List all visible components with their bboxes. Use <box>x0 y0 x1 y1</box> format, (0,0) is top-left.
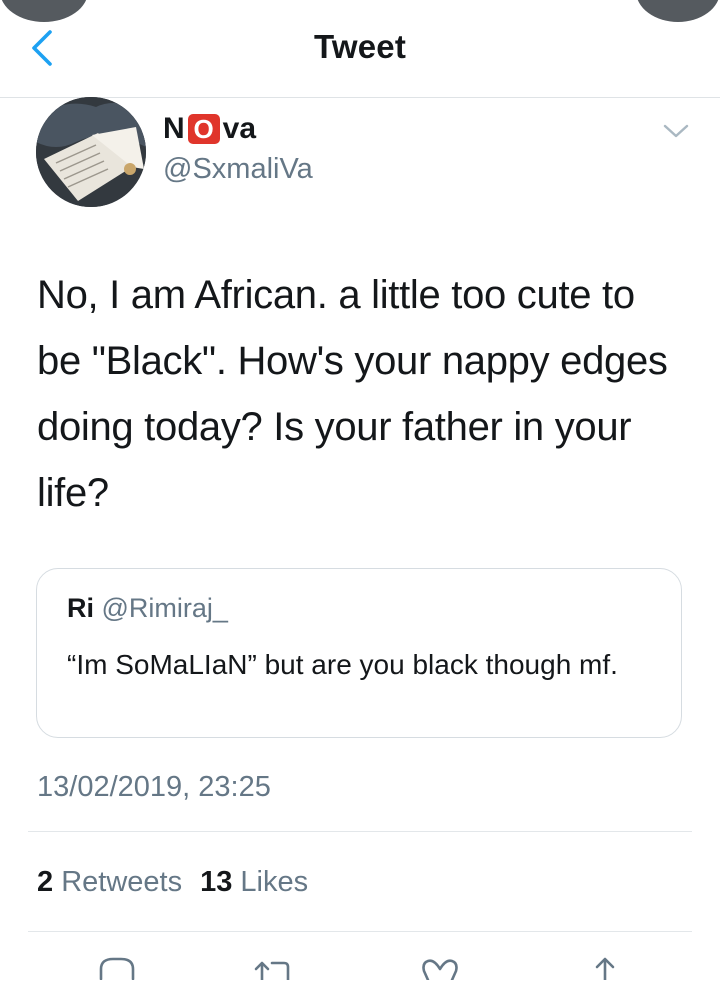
retweets-count: 2 <box>37 866 54 898</box>
author-name[interactable]: N O va <box>163 111 256 147</box>
quoted-author-name: Ri <box>67 593 94 623</box>
tweet-text: No, I am African. a little too cute to b… <box>37 273 668 515</box>
retweet-button[interactable] <box>252 955 292 982</box>
author-name-prefix: N <box>163 112 185 145</box>
retweets-stat[interactable]: 2 Retweets <box>37 866 182 899</box>
tweet-timestamp: 13/02/2019, 23:25 <box>37 771 271 803</box>
name-badge: O <box>187 114 220 144</box>
avatar[interactable] <box>36 97 146 207</box>
chevron-down-icon <box>663 124 689 138</box>
header-bar: Tweet <box>0 0 720 98</box>
reply-icon <box>99 957 135 981</box>
author-name-suffix: va <box>222 112 257 145</box>
author-handle[interactable]: @SxmaliVa <box>163 153 313 186</box>
likes-label: Likes <box>240 866 309 898</box>
quoted-author-handle: @Rimiraj_ <box>101 593 228 623</box>
quoted-tweet-header: Ri @Rimiraj_ <box>67 593 228 624</box>
heart-icon <box>422 959 458 982</box>
share-icon <box>595 957 615 982</box>
tweet-options-button[interactable] <box>662 122 690 140</box>
quoted-tweet[interactable]: Ri @Rimiraj_ “Im SoMaLIaN” but are you b… <box>36 568 682 738</box>
quoted-tweet-text: “Im SoMaLIaN” but are you black though m… <box>67 649 618 680</box>
avatar-image <box>36 97 146 207</box>
share-button[interactable] <box>585 955 625 982</box>
likes-count: 13 <box>200 866 233 898</box>
like-button[interactable] <box>420 955 460 982</box>
divider <box>28 831 692 832</box>
reply-button[interactable] <box>97 955 137 981</box>
likes-stat[interactable]: 13 Likes <box>200 866 308 899</box>
retweets-label: Retweets <box>61 866 183 898</box>
tweet-stats: 2 Retweets 13 Likes <box>37 866 308 899</box>
divider <box>28 931 692 932</box>
page-title: Tweet <box>313 28 407 65</box>
retweet-icon <box>254 961 290 982</box>
